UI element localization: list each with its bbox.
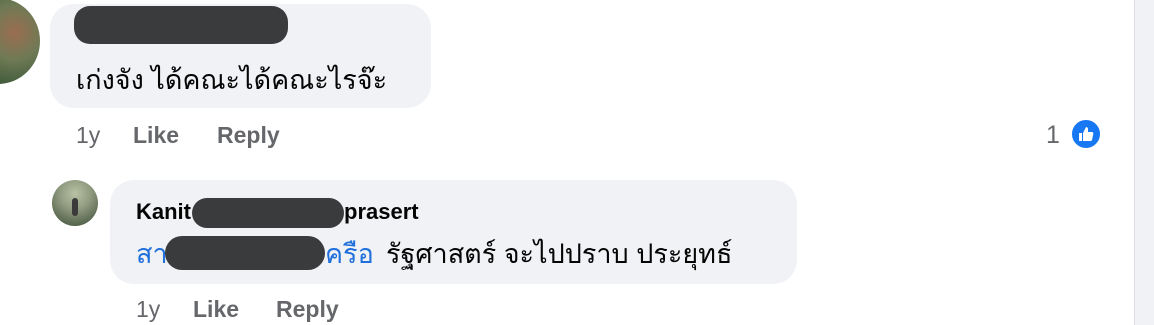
mention-link-end[interactable]: ครือ <box>325 236 374 272</box>
comment-text: เก่งจัง ได้คณะได้คณะไรจ๊ะ <box>76 65 388 95</box>
reaction-count: 1 <box>1046 121 1060 149</box>
mention-link-start[interactable]: สา <box>136 239 168 269</box>
comment-timestamp[interactable]: 1y <box>76 121 100 149</box>
comment-thread: เก่งจัง ได้คณะได้คณะไรจ๊ะ 1y Like Reply … <box>0 0 1154 325</box>
comment-text: สา ครือ รัฐศาสตร์ จะไปปราบ ประยุทธ์ <box>136 236 732 272</box>
redacted-author-name <box>74 6 288 44</box>
comment-author[interactable]: Kanit prasert <box>136 198 419 226</box>
like-button[interactable]: Like <box>193 295 239 323</box>
scrollbar[interactable] <box>1134 0 1154 325</box>
reply-button[interactable]: Reply <box>217 121 280 149</box>
avatar[interactable] <box>52 180 98 226</box>
comment-body: รัฐศาสตร์ จะไปปราบ ประยุทธ์ <box>386 239 733 269</box>
reply-button[interactable]: Reply <box>276 295 339 323</box>
avatar[interactable] <box>0 0 40 84</box>
author-name-end: prasert <box>344 199 419 224</box>
author-name-start: Kanit <box>136 199 191 224</box>
redacted-mention <box>165 236 325 270</box>
like-icon <box>1070 118 1102 150</box>
redacted-author-name <box>192 198 344 228</box>
comment-timestamp[interactable]: 1y <box>136 295 160 323</box>
like-button[interactable]: Like <box>133 121 179 149</box>
